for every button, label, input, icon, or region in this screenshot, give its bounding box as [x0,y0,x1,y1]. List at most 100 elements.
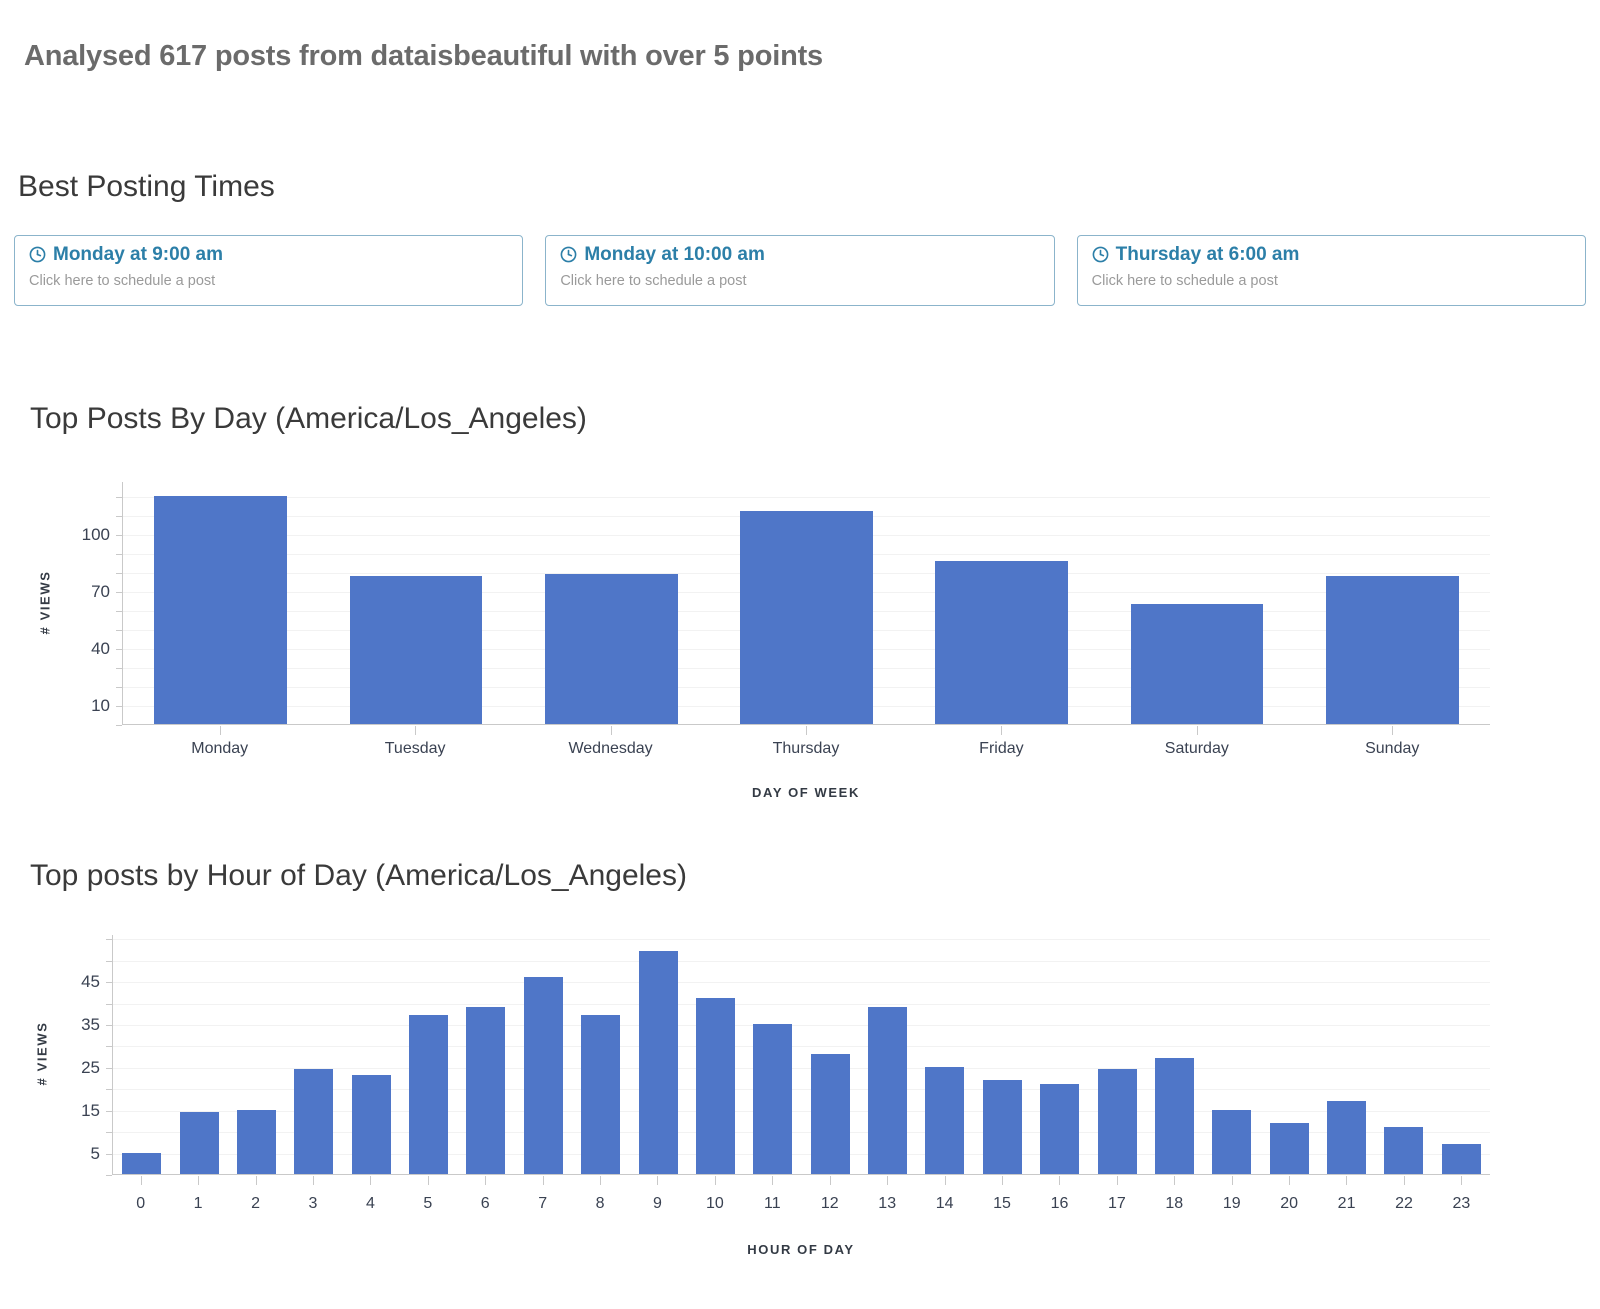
top-posts-by-hour-heading: Top posts by Hour of Day (America/Los_An… [30,859,687,892]
bar-slot [744,935,801,1174]
x-axis-tick-label: 18 [1165,1195,1184,1212]
posting-time-schedule-hint: Click here to schedule a post [1091,273,1278,289]
bar[interactable] [351,1075,391,1174]
bar-slot [687,935,744,1174]
posting-time-schedule-hint: Click here to schedule a post [29,273,216,289]
bar[interactable] [409,1015,449,1174]
y-axis-tick-mark [116,725,122,726]
bar[interactable] [1097,1069,1137,1174]
x-axis-tick-mark [1059,1176,1061,1185]
clock-icon [29,246,46,263]
x-axis-tick-mark [944,1176,946,1185]
bar[interactable] [1325,575,1459,724]
bar-slot [1433,935,1490,1174]
bar-slot [514,482,709,724]
posting-time-card-title: Monday at 9:00 am [29,245,508,264]
y-axis-tick-mark [116,573,122,575]
x-axis-tick-label: 0 [136,1195,146,1212]
bar-slot [170,935,227,1174]
y-axis-tick-mark [106,982,112,984]
clock-icon [560,246,577,263]
bar-slot [1295,482,1490,724]
posting-time-schedule-hint: Click here to schedule a post [560,273,747,289]
y-axis-tick-mark [116,516,122,518]
bar[interactable] [236,1109,276,1174]
y-axis-title: # VIEWS [34,1021,50,1086]
bar[interactable] [544,574,678,724]
posting-time-card[interactable]: Monday at 9:00 am Click here to schedule … [14,235,524,306]
clock-icon [1092,246,1109,263]
top-posts-by-hour-chart: 5 15 25 35 45 0 1 2 3 4 5 6 7 8 9 10 11 12 13 14 15 16 17 18 19 2… [0,925,1600,1257]
y-axis-tick-mark [116,535,122,537]
bar-slot [228,935,285,1174]
bar[interactable] [695,998,735,1174]
x-axis-tick-label: 8 [595,1195,605,1212]
bar[interactable] [810,1054,850,1174]
y-axis-tick-label: 5 [90,1143,100,1163]
posting-time-card-title: Thursday at 6:00 am [1092,245,1571,264]
bar[interactable] [466,1006,506,1174]
x-axis-tick-mark [1461,1176,1463,1185]
bar-slot [123,482,318,724]
bar[interactable] [740,511,873,724]
bar[interactable] [1269,1122,1309,1174]
x-axis-tick-mark [1174,1176,1176,1185]
posting-time-card[interactable]: Monday at 10:00 am Click here to schedule… [545,235,1055,306]
posting-time-card[interactable]: Thursday at 6:00 am Click here to schedul… [1076,235,1586,306]
x-axis-tick-mark [1346,1176,1348,1185]
bar-slot [1099,482,1294,724]
bar[interactable] [1212,1109,1252,1174]
bar[interactable] [925,1066,965,1174]
bar-series [113,935,1490,1174]
y-axis-tick-mark [116,592,122,594]
bar-series [123,482,1490,724]
x-axis-tick-mark [1001,726,1003,735]
bar[interactable] [982,1079,1022,1174]
bar-slot [318,482,513,724]
x-axis-tick-mark [312,1176,314,1185]
x-axis-tick-label: 21 [1337,1195,1356,1212]
x-axis-tick-mark [219,726,221,735]
bar-slot [515,935,572,1174]
bar[interactable] [868,1006,908,1174]
x-axis-tick-mark [542,1176,544,1185]
x-axis-tick-label: 9 [653,1195,662,1212]
y-axis-tick-mark [106,1025,112,1026]
bar[interactable] [154,496,288,724]
y-axis-tick-mark [106,1175,112,1176]
bar[interactable] [1130,604,1264,724]
page-title: Analysed 617 posts from dataisbeautiful … [24,40,823,72]
bar[interactable] [122,1152,162,1174]
bar[interactable] [349,575,483,724]
x-axis-tick-mark [887,1176,889,1185]
bar[interactable] [294,1069,334,1174]
posting-time-card-title: Monday at 10:00 am [560,245,1039,264]
x-axis-tick-mark [255,1176,257,1185]
bar-slot [1261,935,1318,1174]
bar[interactable] [523,976,563,1174]
x-axis-tick-mark [829,1176,831,1185]
x-axis-tick-label: Tuesday [384,740,446,757]
bar[interactable] [1441,1144,1481,1174]
x-axis-tick-label: 2 [251,1195,260,1212]
bar[interactable] [1384,1126,1424,1174]
bar[interactable] [179,1111,219,1174]
top-posts-by-day-chart: 10 40 70 100 Monday Tuesday Wednesday Thursday F… [0,470,1600,800]
bar[interactable] [581,1015,621,1174]
y-axis-tick-mark [116,687,122,689]
bar[interactable] [1040,1084,1080,1174]
x-axis-tick-mark [198,1176,200,1185]
bar[interactable] [1327,1101,1367,1174]
bar-slot [974,935,1031,1174]
x-axis-tick-label: Monday [191,740,249,757]
bar[interactable] [753,1024,793,1174]
x-axis-tick-mark [1116,1176,1118,1185]
y-axis-tick-mark [116,554,122,556]
bar[interactable] [638,951,678,1174]
bar[interactable] [1154,1058,1194,1174]
bar[interactable] [935,560,1069,724]
x-axis-tick-mark [772,1176,774,1185]
y-axis-tick-mark [116,668,122,670]
y-axis-tick-mark [106,1067,112,1069]
x-axis-tick-label: 19 [1222,1195,1241,1212]
